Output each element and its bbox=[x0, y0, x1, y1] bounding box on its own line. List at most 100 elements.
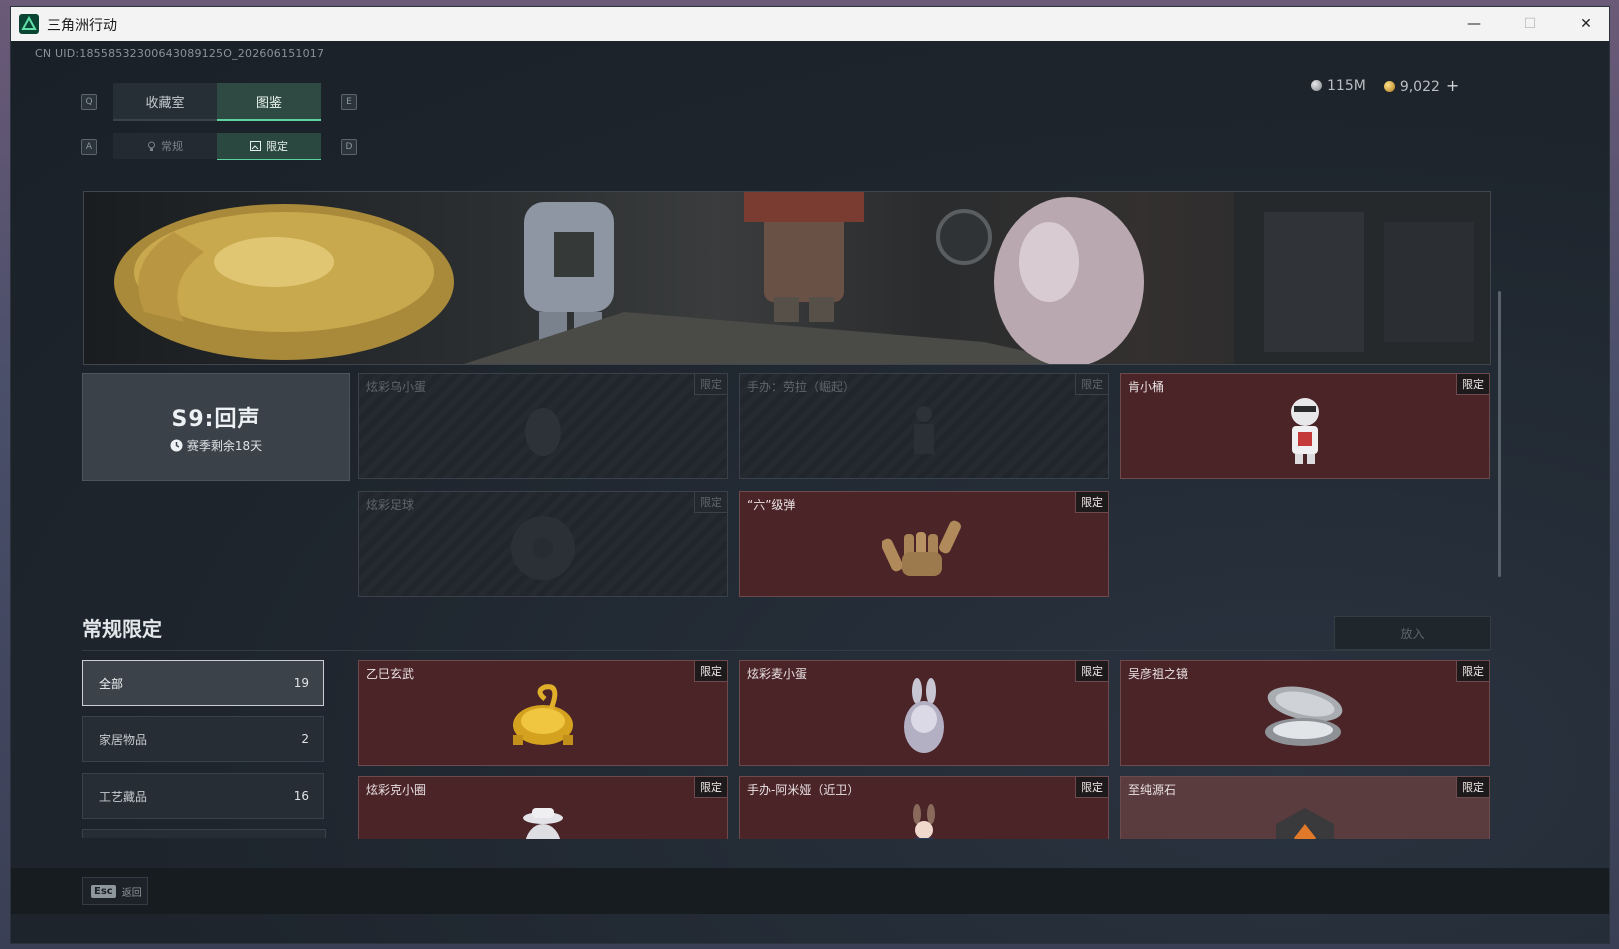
limited-badge: 限定 bbox=[1075, 777, 1108, 798]
filter-all[interactable]: 全部 19 bbox=[82, 660, 324, 706]
item-card[interactable]: 手办-阿米娅（近卫） 限定 bbox=[739, 776, 1109, 839]
tab-regular-label: 常规 bbox=[161, 140, 183, 153]
gold-coin-icon bbox=[1383, 81, 1395, 92]
limited-badge: 限定 bbox=[694, 661, 727, 682]
filter-craft-collectibles[interactable]: 工艺藏品 16 bbox=[82, 773, 324, 819]
item-name: 炫彩麦小蛋 bbox=[747, 667, 808, 681]
filter-label: 全部 bbox=[99, 676, 124, 691]
filter-count: 16 bbox=[293, 789, 309, 803]
main-tabs: 收藏室 图鉴 bbox=[113, 83, 321, 121]
limited-badge: 限定 bbox=[1456, 777, 1489, 798]
season-title: S9:回声 bbox=[171, 406, 261, 432]
tab-codex[interactable]: 图鉴 bbox=[217, 83, 321, 121]
filter-count: 19 bbox=[293, 676, 309, 690]
back-button[interactable]: Esc 返回 bbox=[82, 877, 148, 905]
limited-badge: 限定 bbox=[694, 777, 727, 798]
sub-tabs: 常规 限定 bbox=[113, 133, 321, 160]
item-card[interactable]: 至纯源石 限定 bbox=[1120, 776, 1490, 839]
filter-item-partial[interactable] bbox=[82, 829, 326, 838]
item-name: 炫彩克小圈 bbox=[366, 783, 427, 797]
item-name: “六”级弹 bbox=[747, 498, 796, 512]
limited-badge: 限定 bbox=[1075, 661, 1108, 682]
esc-key-icon: Esc bbox=[91, 884, 116, 898]
tab-collection-room[interactable]: 收藏室 bbox=[113, 83, 217, 121]
egg-figure-icon bbox=[525, 408, 561, 457]
limited-badge: 限定 bbox=[1456, 374, 1489, 395]
bunny-egg-icon bbox=[904, 678, 944, 754]
compact-mirror-icon bbox=[1265, 686, 1343, 747]
item-card[interactable]: 炫彩足球 限定 bbox=[358, 491, 728, 597]
currency-bar: 115M 9,022 + bbox=[1311, 76, 1459, 95]
title-bar: 三角洲行动 — ☐ ✕ bbox=[11, 7, 1609, 41]
originium-crystal-icon bbox=[1276, 808, 1334, 839]
season-card: S9:回声 赛季剩余18天 bbox=[82, 373, 350, 481]
golden-turtle-snake-icon bbox=[513, 684, 573, 746]
section-divider bbox=[82, 650, 1490, 651]
silver-coin-icon bbox=[1311, 79, 1322, 91]
main-content: CN UID:18558532300643089125O_20260615101… bbox=[11, 41, 1609, 943]
tab-limited-label: 限定 bbox=[266, 140, 288, 153]
season-remaining: 赛季剩余18天 bbox=[170, 437, 262, 454]
item-name: 乙巳玄武 bbox=[366, 667, 415, 681]
limited-badge: 限定 bbox=[1075, 492, 1108, 513]
filter-label: 家居物品 bbox=[99, 732, 148, 747]
item-card[interactable]: 吴彦祖之镜 限定 bbox=[1120, 660, 1490, 766]
item-name: 炫彩乌小蛋 bbox=[366, 380, 427, 394]
add-currency-button[interactable]: + bbox=[1446, 76, 1459, 95]
app-window: 三角洲行动 — ☐ ✕ CN UID:18558532300643089125O… bbox=[10, 6, 1610, 944]
maximize-button[interactable]: ☐ bbox=[1507, 7, 1553, 41]
place-button[interactable]: 放入 bbox=[1334, 616, 1491, 650]
item-card[interactable]: 手办：劳拉（崛起） 限定 bbox=[739, 373, 1109, 479]
filter-count: 2 bbox=[301, 732, 309, 746]
tab-regular[interactable]: 常规 bbox=[113, 133, 217, 159]
gold-amount: 9,022 bbox=[1399, 79, 1440, 95]
gold-currency[interactable]: 9,022 + bbox=[1383, 76, 1459, 95]
item-card[interactable]: 乙巳玄武 限定 bbox=[358, 660, 728, 766]
hat-egg-figure-icon bbox=[523, 808, 563, 839]
image-icon bbox=[250, 141, 261, 151]
item-card[interactable]: “六”级弹 限定 bbox=[739, 491, 1109, 597]
window-title: 三角洲行动 bbox=[47, 18, 117, 34]
limited-badge: 限定 bbox=[694, 374, 727, 395]
bottom-bar: Esc 返回 bbox=[11, 868, 1609, 914]
tab-limited[interactable]: 限定 bbox=[217, 133, 321, 160]
shaka-hand-bullets-icon bbox=[882, 520, 961, 577]
bucket-figure-icon bbox=[1291, 398, 1319, 465]
figurine-icon bbox=[914, 406, 934, 455]
silver-amount: 115M bbox=[1327, 77, 1366, 94]
key-hint-a: A bbox=[81, 139, 97, 155]
item-name: 手办-阿米娅（近卫） bbox=[747, 783, 860, 797]
bulb-icon bbox=[148, 141, 155, 151]
limited-badge: 限定 bbox=[1456, 661, 1489, 682]
back-label: 返回 bbox=[121, 887, 142, 899]
limited-badge: 限定 bbox=[1075, 374, 1108, 395]
user-uid: CN UID:18558532300643089125O_20260615101… bbox=[35, 47, 325, 60]
minimize-button[interactable]: — bbox=[1451, 7, 1497, 41]
limited-badge: 限定 bbox=[694, 492, 727, 513]
football-icon bbox=[511, 516, 575, 581]
item-name: 吴彦祖之镜 bbox=[1128, 667, 1189, 681]
app-logo-icon bbox=[19, 14, 39, 34]
scrollbar[interactable] bbox=[1498, 291, 1501, 577]
key-hint-d: D bbox=[341, 139, 357, 155]
silver-currency: 115M bbox=[1311, 78, 1366, 94]
section-title: 常规限定 bbox=[82, 617, 162, 641]
season-banner-image bbox=[83, 191, 1491, 365]
close-button[interactable]: ✕ bbox=[1563, 7, 1609, 41]
filter-home-items[interactable]: 家居物品 2 bbox=[82, 716, 324, 762]
clock-icon bbox=[170, 439, 183, 451]
item-card[interactable]: 炫彩麦小蛋 限定 bbox=[739, 660, 1109, 766]
item-name: 手办：劳拉（崛起） bbox=[747, 380, 856, 394]
item-name: 肯小桶 bbox=[1128, 380, 1165, 394]
key-hint-q: Q bbox=[81, 94, 97, 110]
item-card[interactable]: 肯小桶 限定 bbox=[1120, 373, 1490, 479]
item-name: 炫彩足球 bbox=[366, 498, 415, 512]
item-card[interactable]: 炫彩克小圈 限定 bbox=[358, 776, 728, 839]
item-card[interactable]: 炫彩乌小蛋 限定 bbox=[358, 373, 728, 479]
regular-list: 全部 19 家居物品 2 工艺藏品 16 乙巳玄武 限定 炫彩麦小蛋 限定 吴彦… bbox=[11, 655, 1609, 839]
amiya-figure-icon bbox=[913, 804, 935, 839]
key-hint-e: E bbox=[341, 94, 357, 110]
filter-label: 工艺藏品 bbox=[99, 789, 148, 804]
season-remaining-text: 赛季剩余18天 bbox=[186, 438, 263, 453]
item-name: 至纯源石 bbox=[1128, 783, 1177, 797]
